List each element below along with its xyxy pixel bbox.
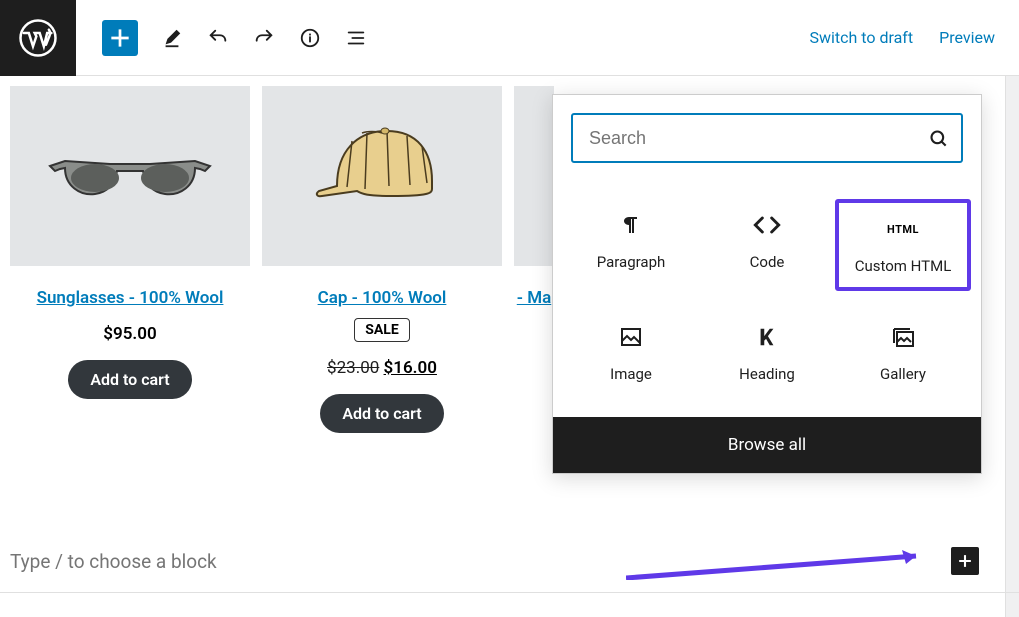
product-price: $23.00 $16.00 bbox=[262, 358, 502, 378]
search-icon bbox=[929, 129, 949, 149]
plus-icon bbox=[107, 25, 133, 51]
block-label: Code bbox=[750, 253, 785, 271]
block-label: Paragraph bbox=[597, 253, 666, 271]
image-icon bbox=[617, 323, 645, 351]
block-option-custom-html[interactable]: HTML Custom HTML bbox=[835, 199, 971, 291]
add-to-cart-button[interactable]: Add to cart bbox=[320, 394, 443, 433]
block-option-heading[interactable]: Heading bbox=[699, 311, 835, 395]
redo-icon bbox=[253, 27, 275, 49]
product-name-link[interactable]: - Ma bbox=[514, 288, 554, 308]
html-icon: HTML bbox=[889, 215, 917, 243]
sale-price: $16.00 bbox=[384, 358, 437, 378]
block-label: Gallery bbox=[880, 365, 926, 383]
info-button[interactable] bbox=[298, 26, 322, 50]
undo-button[interactable] bbox=[206, 26, 230, 50]
heading-icon bbox=[753, 323, 781, 351]
block-prompt-text[interactable]: Type / to choose a block bbox=[10, 550, 217, 573]
cap-illustration bbox=[307, 121, 457, 231]
browse-all-button[interactable]: Browse all bbox=[553, 417, 981, 473]
block-label: Heading bbox=[739, 365, 795, 383]
add-to-cart-button[interactable]: Add to cart bbox=[68, 360, 191, 399]
sunglasses-illustration bbox=[45, 146, 215, 206]
block-label: Custom HTML bbox=[855, 257, 952, 275]
block-option-code[interactable]: Code bbox=[699, 199, 835, 291]
block-option-gallery[interactable]: Gallery bbox=[835, 311, 971, 395]
divider bbox=[0, 592, 1019, 593]
pencil-icon bbox=[161, 27, 183, 49]
paragraph-icon bbox=[617, 211, 645, 239]
inline-add-block-button[interactable] bbox=[951, 547, 979, 575]
add-block-button[interactable] bbox=[102, 20, 138, 56]
product-name-link[interactable]: Sunglasses - 100% Wool bbox=[10, 288, 250, 308]
switch-to-draft-link[interactable]: Switch to draft bbox=[809, 28, 913, 47]
product-card: Sunglasses - 100% Wool $95.00 Add to car… bbox=[10, 86, 250, 433]
list-icon bbox=[345, 27, 367, 49]
code-icon bbox=[753, 211, 781, 239]
block-inserter-popover: Paragraph Code HTML Custom HTML Image He… bbox=[552, 94, 982, 474]
product-card: Cap - 100% Wool SALE $23.00 $16.00 Add t… bbox=[262, 86, 502, 433]
product-image bbox=[10, 86, 250, 266]
product-image bbox=[262, 86, 502, 266]
product-card: - Ma bbox=[514, 86, 554, 433]
editor-toolbar: Switch to draft Preview bbox=[0, 0, 1019, 76]
info-icon bbox=[299, 27, 321, 49]
product-image bbox=[514, 86, 554, 266]
plus-icon bbox=[955, 551, 975, 571]
sale-badge: SALE bbox=[354, 318, 409, 342]
outline-button[interactable] bbox=[344, 26, 368, 50]
block-search-input[interactable] bbox=[571, 113, 963, 163]
undo-icon bbox=[207, 27, 229, 49]
edit-mode-button[interactable] bbox=[160, 26, 184, 50]
product-name-link[interactable]: Cap - 100% Wool bbox=[262, 288, 502, 308]
settings-rail bbox=[1005, 76, 1019, 617]
gallery-icon bbox=[889, 323, 917, 351]
product-price: $95.00 bbox=[10, 324, 250, 344]
redo-button[interactable] bbox=[252, 26, 276, 50]
block-option-image[interactable]: Image bbox=[563, 311, 699, 395]
preview-link[interactable]: Preview bbox=[939, 28, 995, 47]
wordpress-logo[interactable] bbox=[0, 0, 76, 76]
block-option-paragraph[interactable]: Paragraph bbox=[563, 199, 699, 291]
old-price: $23.00 bbox=[327, 358, 379, 378]
wordpress-icon bbox=[18, 18, 58, 58]
block-label: Image bbox=[610, 365, 652, 383]
